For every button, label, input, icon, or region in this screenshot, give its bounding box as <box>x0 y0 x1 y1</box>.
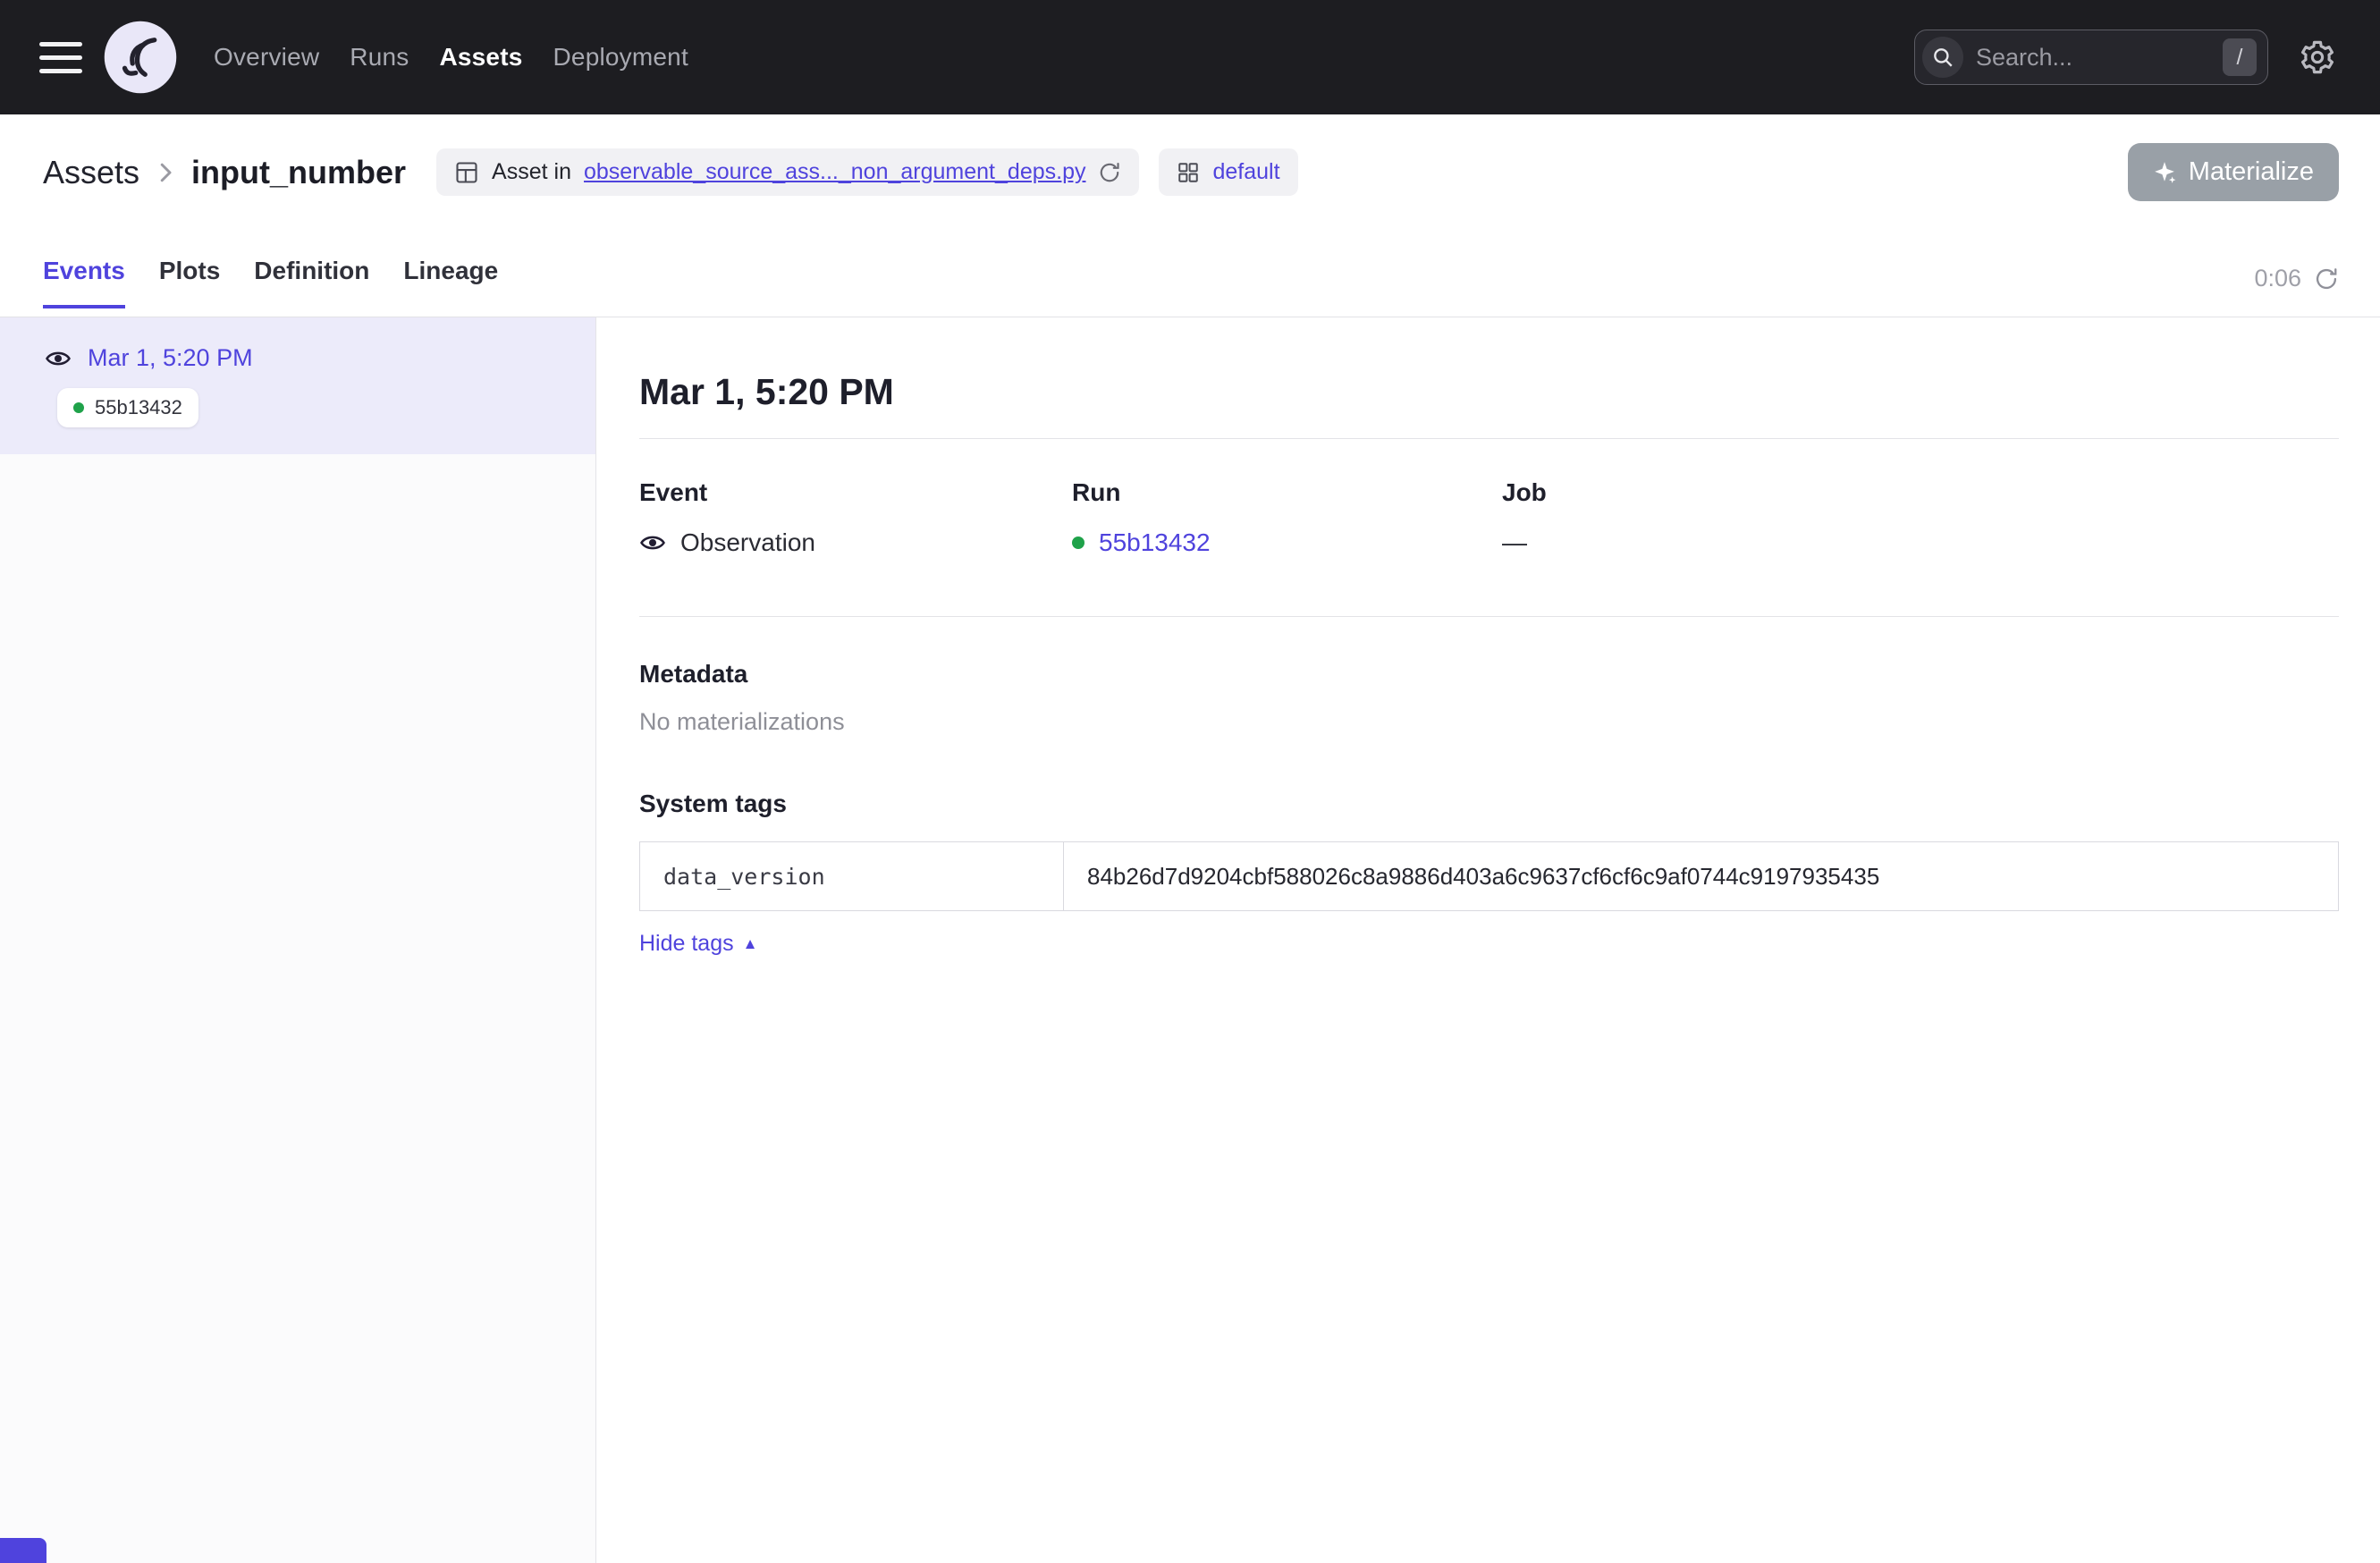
event-timestamp: Mar 1, 5:20 PM <box>88 344 253 372</box>
tab-lineage[interactable]: Lineage <box>403 257 498 308</box>
eye-icon <box>45 345 72 372</box>
search-input[interactable] <box>1976 44 2210 72</box>
tab-bar: Events Plots Definition Lineage 0:06 <box>0 257 2380 308</box>
divider <box>639 616 2339 617</box>
tag-key-cell: data_version <box>640 842 1064 911</box>
page-title: input_number <box>191 154 406 191</box>
run-column-label: Run <box>1072 478 1502 507</box>
run-status-dot <box>1072 536 1085 549</box>
job-column: Job — <box>1502 478 2339 557</box>
chevron-right-icon <box>152 159 179 186</box>
tag-value-cell: 84b26d7d9204cbf588026c8a9886d403a6c9637c… <box>1064 842 2339 911</box>
nav-deployment[interactable]: Deployment <box>553 43 688 72</box>
group-default-link[interactable]: default <box>1212 159 1279 185</box>
divider <box>639 438 2339 439</box>
nav-assets[interactable]: Assets <box>439 43 522 72</box>
dagster-logo[interactable] <box>103 20 178 95</box>
primary-nav: Overview Runs Assets Deployment <box>214 43 688 72</box>
search-icon <box>1922 37 1963 78</box>
run-id-link[interactable]: 55b13432 <box>1099 528 1211 557</box>
system-tags-heading: System tags <box>639 790 2339 818</box>
run-id-badge: 55b13432 <box>57 388 198 427</box>
events-sidebar: Mar 1, 5:20 PM 55b13432 <box>0 317 596 1563</box>
app-root: Overview Runs Assets Deployment / <box>0 0 2380 1563</box>
table-row: data_version 84b26d7d9204cbf588026c8a988… <box>640 842 2339 911</box>
refresh-icon[interactable] <box>1098 161 1121 184</box>
event-column-label: Event <box>639 478 1072 507</box>
gear-icon[interactable] <box>2299 38 2336 76</box>
asset-chip-prefix: Asset in <box>492 159 571 185</box>
metadata-heading: Metadata <box>639 660 2339 689</box>
run-column: Run 55b13432 <box>1072 478 1502 557</box>
refresh-countdown: 0:06 <box>2254 265 2301 292</box>
group-chip: default <box>1159 148 1297 196</box>
event-detail-title: Mar 1, 5:20 PM <box>639 371 2339 413</box>
breadcrumb-assets-link[interactable]: Assets <box>43 154 139 191</box>
hide-tags-label: Hide tags <box>639 931 734 957</box>
refresh-icon[interactable] <box>2314 266 2339 291</box>
toast-fragment <box>0 1538 46 1563</box>
event-type-value: Observation <box>680 528 815 557</box>
metadata-empty-state: No materializations <box>639 708 2339 736</box>
group-grid-icon <box>1177 161 1200 184</box>
page-header: Assets input_number Asset in observable_… <box>0 114 2380 317</box>
top-navbar: Overview Runs Assets Deployment / <box>0 0 2380 114</box>
asset-definition-file-link[interactable]: observable_source_ass..._non_argument_de… <box>584 159 1086 185</box>
content-area: Mar 1, 5:20 PM 55b13432 Mar 1, 5:20 PM E… <box>0 317 2380 1563</box>
system-tags-table: data_version 84b26d7d9204cbf588026c8a988… <box>639 841 2339 911</box>
materialize-button[interactable]: Materialize <box>2128 143 2339 201</box>
event-detail-panel: Mar 1, 5:20 PM Event Observation <box>596 317 2380 1563</box>
tab-definition[interactable]: Definition <box>254 257 369 308</box>
tab-events[interactable]: Events <box>43 257 125 308</box>
nav-overview[interactable]: Overview <box>214 43 319 72</box>
nav-runs[interactable]: Runs <box>350 43 409 72</box>
event-column: Event Observation <box>639 478 1072 557</box>
sparkle-icon <box>2153 161 2176 184</box>
hamburger-menu-icon[interactable] <box>39 42 82 73</box>
event-list-item[interactable]: Mar 1, 5:20 PM 55b13432 <box>0 317 595 454</box>
run-status-dot <box>73 402 84 413</box>
table-icon <box>454 160 479 185</box>
caret-up-icon: ▲ <box>743 936 758 951</box>
event-summary-columns: Event Observation Run <box>639 478 2339 557</box>
materialize-button-label: Materialize <box>2189 157 2314 187</box>
job-column-label: Job <box>1502 478 2339 507</box>
search-shortcut-badge: / <box>2223 38 2257 76</box>
run-id-badge-label: 55b13432 <box>95 396 182 419</box>
eye-icon <box>639 529 666 556</box>
hide-tags-link[interactable]: Hide tags ▲ <box>639 931 757 957</box>
tab-plots[interactable]: Plots <box>159 257 220 308</box>
asset-definition-chip: Asset in observable_source_ass..._non_ar… <box>436 148 1139 196</box>
global-search[interactable]: / <box>1914 30 2268 85</box>
job-value: — <box>1502 528 1527 557</box>
